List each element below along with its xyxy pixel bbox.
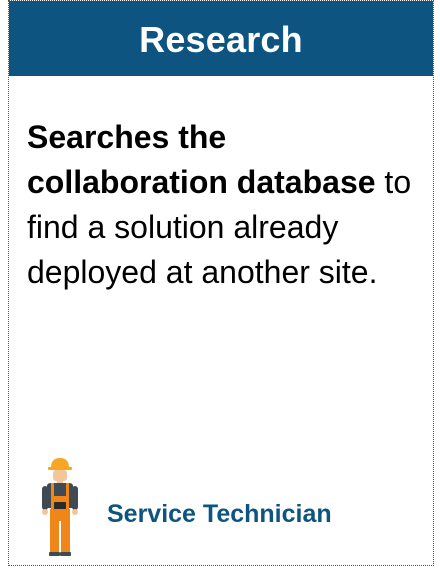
description-bold: Searches the collaboration database: [27, 119, 376, 200]
card-header: Research: [9, 1, 433, 76]
service-technician-icon: [42, 458, 78, 556]
card-description: Searches the collaboration database to f…: [27, 115, 422, 295]
card-title: Research: [139, 18, 303, 60]
research-card: Research Searches the collaboration data…: [8, 0, 434, 566]
role-label: Service Technician: [107, 500, 332, 528]
